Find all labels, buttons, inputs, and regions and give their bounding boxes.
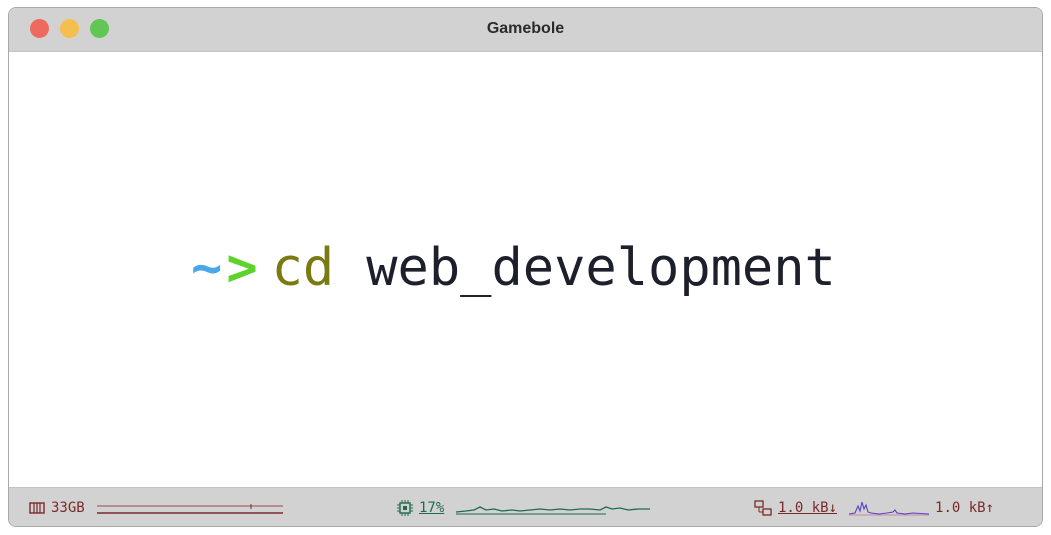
prompt-arrow: > bbox=[226, 238, 258, 298]
cpu-icon bbox=[397, 500, 413, 516]
memory-value: 33GB bbox=[51, 500, 85, 516]
cpu-graph bbox=[456, 506, 651, 515]
cpu-status: 17% bbox=[397, 498, 651, 518]
title-bar[interactable]: Gamebole bbox=[9, 8, 1042, 52]
command-text: cd bbox=[271, 238, 335, 298]
network-status: 1.0 kB↓ 1.0 kB↑ bbox=[754, 498, 994, 518]
memory-graph bbox=[96, 504, 283, 514]
command-argument: web_development bbox=[366, 238, 836, 298]
prompt-tilde: ~ bbox=[191, 238, 223, 298]
network-graph bbox=[849, 501, 930, 516]
status-bar: 33GB 17% 1.0 kB↓ 1.0 kB↑ bbox=[9, 487, 1042, 526]
terminal-area[interactable]: ~> cd web_development bbox=[9, 52, 1042, 488]
network-icon bbox=[754, 500, 772, 516]
window-title: Gamebole bbox=[486, 20, 565, 37]
memory-status: 33GB bbox=[29, 498, 283, 518]
terminal-window: Gamebole ~> cd web_development 33GB 17% … bbox=[8, 7, 1043, 527]
network-upload-value: 1.0 kB↑ bbox=[935, 500, 995, 516]
memory-icon bbox=[29, 501, 45, 515]
command-line: ~> cd web_development bbox=[191, 238, 836, 298]
cpu-value: 17% bbox=[419, 500, 445, 516]
network-download-value: 1.0 kB↓ bbox=[778, 500, 838, 516]
